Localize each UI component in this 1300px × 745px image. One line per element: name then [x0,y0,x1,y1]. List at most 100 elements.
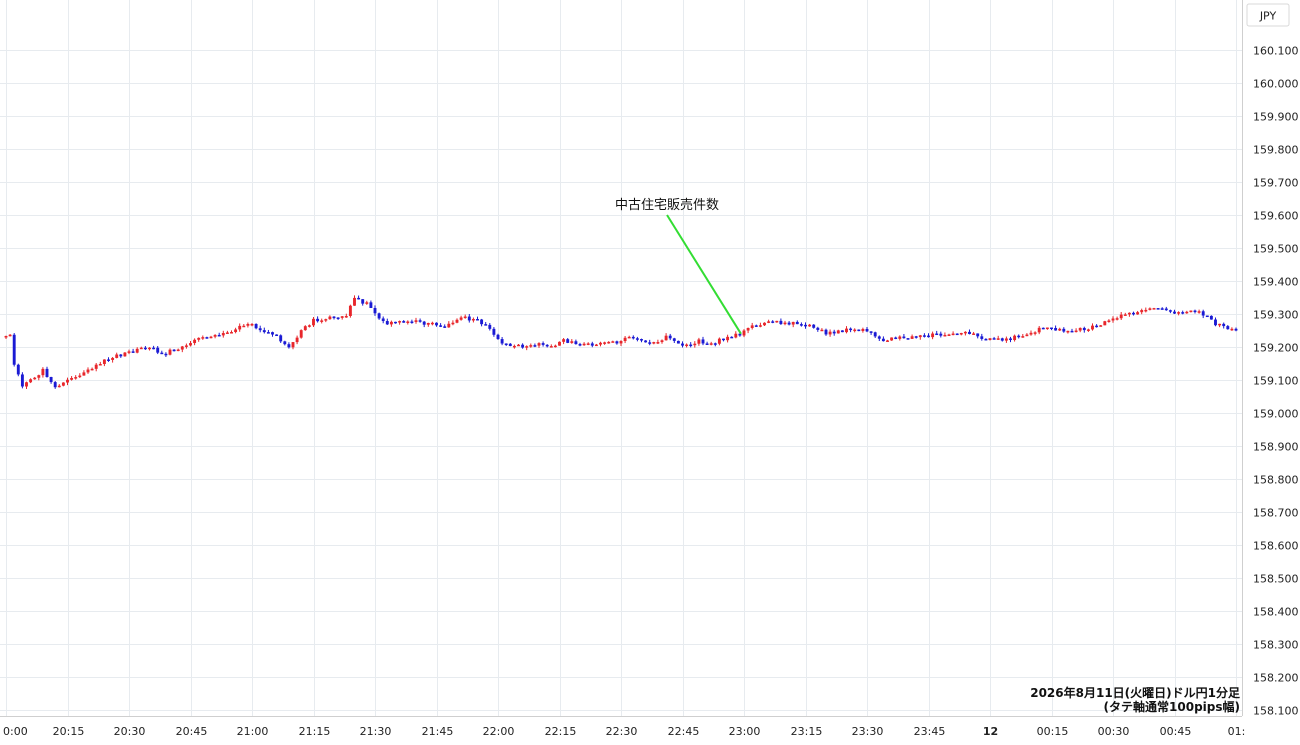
candle-body [1214,319,1217,326]
candle-body [459,317,463,320]
candle-body [754,325,758,327]
candle-body [1127,312,1131,315]
candle-body [78,375,82,378]
annotation-text: 中古住宅販売件数 [615,197,719,213]
candle-body [201,337,205,339]
candle-body [685,344,689,347]
candle-body [1070,330,1074,333]
candle-body [369,302,373,308]
candle-body [164,353,168,356]
y-tick-label: 158.400 [1253,606,1299,619]
annotation: 中古住宅販売件数 [615,197,742,335]
candle-body [656,342,660,344]
candle-body [890,337,894,341]
candle-body [45,368,49,377]
candle-body [373,307,377,314]
grid-layer [0,0,1242,716]
candle-body [328,316,332,320]
candle-body [881,338,885,342]
y-tick-label: 159.200 [1253,342,1299,355]
candle-body [467,316,471,321]
candle-body [615,341,619,344]
candle-body [558,341,561,346]
x-tick-label: 01: [1228,725,1246,738]
y-tick-label: 158.100 [1253,705,1299,718]
candle-body [70,377,74,380]
candle-body [1017,335,1021,338]
candle-body [102,359,106,365]
candle-body [332,316,336,319]
candle-body [283,341,287,345]
candle-body [123,352,127,357]
candle-body [156,347,160,353]
candle-body [816,327,820,330]
candle-body [1050,327,1053,330]
candle-body [312,318,315,326]
candlestick-chart: JPY 160.100160.000159.900159.800159.7001… [0,0,1299,738]
candle-body [939,333,943,336]
candle-body [931,333,935,338]
annotation-line [666,214,742,335]
candle-body [529,345,533,347]
candle-body [8,334,12,337]
candle-body [410,321,414,323]
candle-body [857,329,861,332]
candle-body [1160,308,1164,310]
candle-body [1181,312,1185,314]
candle-body [16,364,20,375]
candle-body [98,364,102,366]
candle-body [922,335,926,337]
candle-body [877,336,881,339]
candle-body [426,322,430,325]
candle-body [451,322,455,325]
candle-body [25,382,28,387]
candle-body [927,335,930,338]
candle-body [471,319,475,321]
y-tick-label: 159.500 [1253,243,1299,256]
y-tick-label: 159.600 [1253,210,1299,223]
y-tick-label: 159.700 [1253,177,1299,190]
candle-body [111,357,115,360]
candle-body [1123,314,1127,316]
candle-body [443,326,447,328]
candle-body [607,341,611,344]
candle-body [53,382,57,388]
candle-body [131,351,135,353]
candle-body [611,341,615,343]
candle-body [365,302,369,304]
candle-body [238,325,242,330]
candle-body [234,329,238,333]
candle-body [845,328,848,333]
candle-body [143,347,147,350]
candle-body [582,343,586,346]
candle-body [389,321,393,325]
candle-body [435,322,438,326]
x-tick-label: 00:30 [1098,725,1130,738]
y-tick-label: 158.800 [1253,474,1299,487]
candle-body [599,342,602,345]
candle-body [49,376,53,383]
x-tick-label: 23:00 [729,725,761,738]
candle-body [697,339,701,344]
candle-body [549,346,553,348]
candle-body [734,333,738,338]
candle-body [635,338,639,340]
chart-root: JPY 160.100 160.000 159.900 159.800 159.700 1… [0,0,1300,745]
candle-body [972,333,976,335]
candle-body [730,336,734,339]
candle-body [500,339,504,344]
candle-body [1111,318,1115,321]
candle-body [1234,328,1238,331]
candle-body [976,333,980,337]
candle-body [820,329,824,332]
candle-body [189,343,192,346]
candle-body [873,332,877,337]
candle-body [767,321,771,323]
candle-body [603,342,607,344]
candle-body [1000,338,1004,341]
candle-body [1004,338,1008,341]
candle-body [824,329,828,335]
candle-body [476,319,479,321]
candle-body [1058,328,1062,331]
candle-body [1140,310,1144,313]
